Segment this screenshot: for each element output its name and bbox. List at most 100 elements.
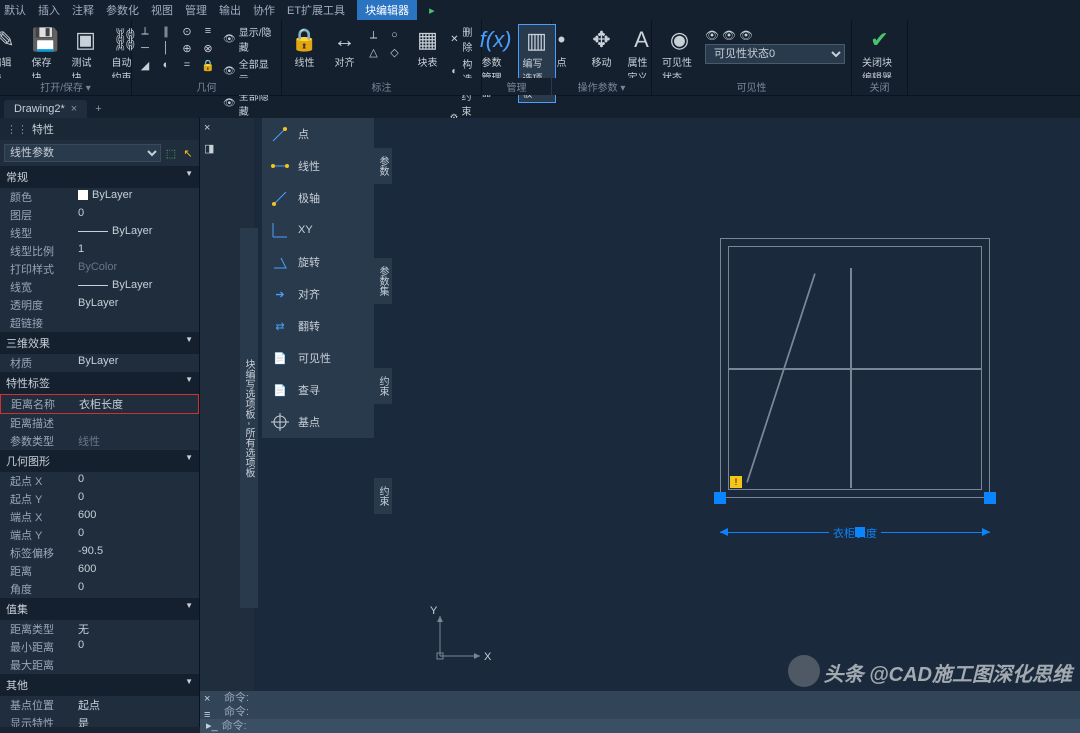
menu-ettools[interactable]: ET扩展工具	[287, 2, 345, 18]
cmd-close-icon[interactable]: ×	[204, 693, 218, 707]
warning-badge[interactable]: !	[730, 476, 742, 488]
dim-icon[interactable]: ○	[388, 28, 402, 42]
dimension-grip[interactable]	[855, 527, 865, 537]
fly-polar[interactable]: 极轴	[262, 182, 374, 214]
section-3d[interactable]: 三维效果▼	[0, 332, 199, 354]
fly-xy[interactable]: XY	[262, 214, 374, 246]
block-table-button[interactable]: ▦块表	[410, 24, 446, 71]
vtab-paramsets[interactable]: 参数集	[374, 258, 392, 304]
vis-sm-icon[interactable]: 👁	[722, 28, 736, 42]
linear-grip-end[interactable]	[984, 492, 996, 504]
prop-sx-value[interactable]: 0	[78, 473, 199, 489]
prop-ey-value[interactable]: 0	[78, 527, 199, 543]
palette-title-tab[interactable]: 块编写选项板 - 所有选项板	[240, 228, 258, 608]
dim-icon[interactable]: △	[367, 45, 381, 59]
prop-loff-value[interactable]: -90.5	[78, 545, 199, 561]
linear-dimension[interactable]: 衣柜长度	[720, 532, 990, 546]
prop-layer-value[interactable]: 0	[78, 207, 199, 223]
prop-dtype-value[interactable]: 无	[78, 621, 199, 637]
fly-visibility[interactable]: 📄可见性	[262, 342, 374, 374]
section-misc[interactable]: 其他▼	[0, 674, 199, 696]
menu-view[interactable]: 视图	[151, 2, 173, 18]
vis-sm-icon[interactable]: 👁	[739, 28, 753, 42]
menu-extra-icon[interactable]: ▸	[429, 4, 435, 17]
vis-state-button[interactable]: ◉可见性状态	[658, 24, 701, 86]
section-valueset[interactable]: 值集▼	[0, 598, 199, 620]
geom-icon[interactable]: ⊙	[180, 24, 194, 38]
prop-ex-value[interactable]: 600	[78, 509, 199, 525]
fly-point[interactable]: 点	[262, 118, 374, 150]
cmd-menu-icon[interactable]: ≡	[204, 709, 218, 723]
menu-parametric[interactable]: 参数化	[106, 2, 139, 18]
prop-sy-value[interactable]: 0	[78, 491, 199, 507]
geom-icon[interactable]: ∥	[159, 24, 173, 38]
command-line[interactable]: × ≡ 命令: 命令: ▸_命令:	[200, 691, 1080, 727]
section-general[interactable]: 常规▼	[0, 166, 199, 188]
geom-icon[interactable]: ⊗	[201, 41, 215, 55]
geom-icon[interactable]: ◐	[159, 58, 173, 72]
menu-output[interactable]: 输出	[219, 2, 241, 18]
prop-dmin-value[interactable]: 0	[78, 639, 199, 655]
linear-grip-start[interactable]	[714, 492, 726, 504]
prop-dmax-value[interactable]	[78, 657, 199, 673]
close-editor-button[interactable]: ✔关闭块编辑器	[858, 24, 901, 86]
geom-icon[interactable]: │	[159, 41, 173, 55]
prop-bpos-value[interactable]: 起点	[78, 697, 199, 713]
prop-linetype-value[interactable]: ByLayer	[78, 225, 199, 241]
fly-align[interactable]: ➔对齐	[262, 278, 374, 310]
vis-sm-icon[interactable]: 👁	[705, 28, 719, 42]
quick-select-icon[interactable]: ⬚	[164, 146, 178, 160]
prop-distname-value[interactable]: 衣柜长度	[79, 396, 198, 412]
fly-basepoint[interactable]: 基点	[262, 406, 374, 438]
prop-lscale-value[interactable]: 1	[78, 243, 199, 259]
geom-icon[interactable]: ⊕	[180, 41, 194, 55]
linear-dim-button[interactable]: 🔒线性	[287, 24, 323, 71]
prop-lweight-value[interactable]: ByLayer	[78, 279, 199, 295]
prop-angle-value[interactable]: 0	[78, 581, 199, 597]
prop-color-value[interactable]: ByLayer	[78, 189, 199, 205]
prop-showp-value[interactable]: 是	[78, 715, 199, 727]
prop-material-value[interactable]: ByLayer	[78, 355, 199, 371]
fly-linear[interactable]: 线性	[262, 150, 374, 182]
geom-icon[interactable]: =	[180, 58, 194, 72]
menu-manage[interactable]: 管理	[185, 2, 207, 18]
move-action-button[interactable]: ✥移动	[584, 24, 620, 71]
menu-annotate[interactable]: 注释	[72, 2, 94, 18]
prop-dist-value[interactable]: 600	[78, 563, 199, 579]
fly-lookup[interactable]: 📄查寻	[262, 374, 374, 406]
dim-icon[interactable]: ◇	[388, 45, 402, 59]
vtab-params[interactable]: 参数	[374, 148, 392, 184]
dim-icon[interactable]: ⟂	[367, 28, 381, 42]
show-hide-button[interactable]: 👁显示/隐藏	[223, 24, 275, 54]
prop-pstyle-value[interactable]: ByColor	[78, 261, 199, 277]
align-dim-button[interactable]: ↔对齐	[327, 24, 363, 71]
prop-hyper-value[interactable]	[78, 315, 199, 331]
menu-block-editor[interactable]: 块编辑器	[357, 0, 417, 20]
menu-collab[interactable]: 协作	[253, 2, 275, 18]
geom-icon[interactable]: 🔒	[201, 58, 215, 72]
close-tab-icon[interactable]: ×	[71, 103, 77, 115]
test-block-button[interactable]: ▣测试块	[68, 24, 104, 86]
menu-insert[interactable]: 插入	[38, 2, 60, 18]
fly-flip[interactable]: ⇄翻转	[262, 310, 374, 342]
geom-icon[interactable]: ◢	[138, 58, 152, 72]
save-block-button[interactable]: 💾保存块	[28, 24, 64, 86]
close-palette-icon[interactable]: ×	[204, 122, 210, 134]
object-type-select[interactable]: 线性参数	[4, 144, 161, 162]
menu-default[interactable]: 默认	[4, 2, 26, 18]
geom-icon[interactable]: ─	[138, 41, 152, 55]
edit-block-button[interactable]: ✎编辑块	[0, 24, 24, 86]
pick-icon[interactable]: ↖	[181, 146, 195, 160]
drawing-tab[interactable]: Drawing2*×	[4, 100, 87, 118]
section-label[interactable]: 特性标签▼	[0, 372, 199, 394]
prop-transp-value[interactable]: ByLayer	[78, 297, 199, 313]
delete-button[interactable]: ✕删除	[450, 24, 477, 54]
canvas[interactable]: × ◨ 块编写选项板 - 所有选项板 点 线性 极轴 XY 旋转 ➔对齐 ⇄翻转…	[200, 118, 1080, 727]
visibility-dropdown[interactable]: 可见性状态0	[705, 44, 845, 64]
geom-icon[interactable]: ⟂	[138, 24, 152, 38]
vtab-constraints[interactable]: 约束	[374, 368, 392, 404]
fly-rotate[interactable]: 旋转	[262, 246, 374, 278]
geom-icon[interactable]: ≡	[201, 24, 215, 38]
drawing-viewport[interactable]: ! 衣柜长度 XY	[400, 118, 1080, 709]
add-tab-button[interactable]: +	[87, 100, 109, 118]
